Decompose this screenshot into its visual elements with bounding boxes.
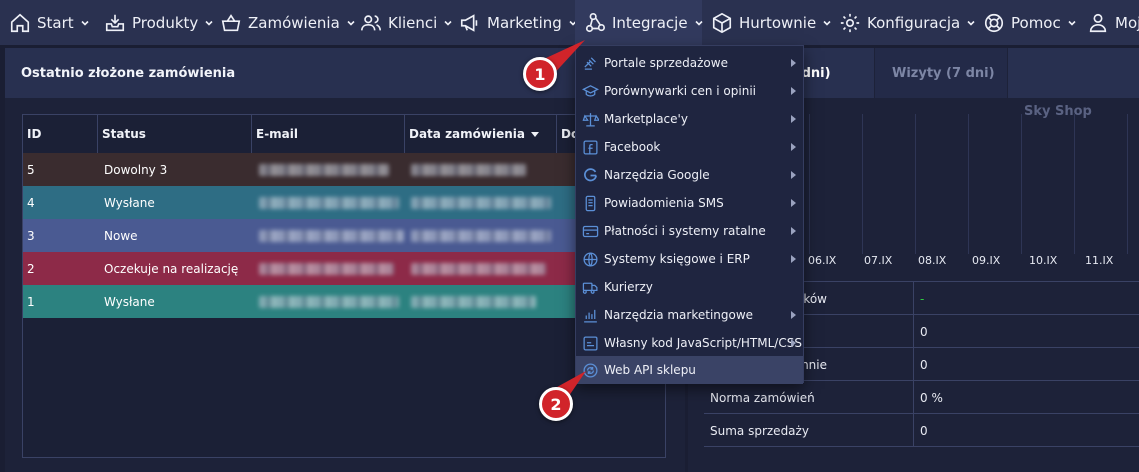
- callout-badge-2: 2: [539, 387, 573, 421]
- callout-badge-1: 1: [523, 57, 557, 91]
